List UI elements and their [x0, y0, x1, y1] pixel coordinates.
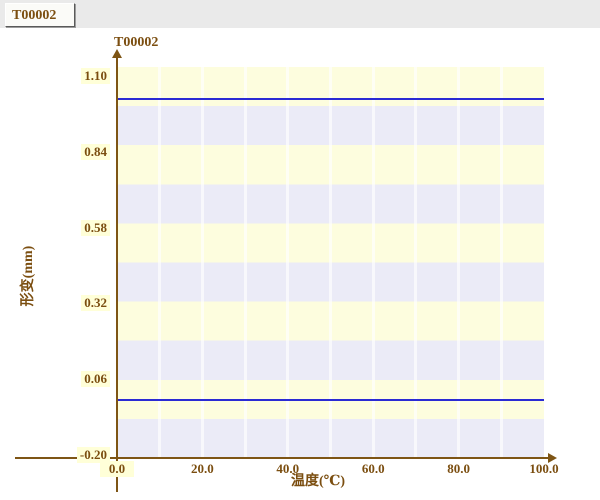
x-tick-label: 0.0: [100, 461, 134, 477]
x-tick-label: 80.0: [429, 461, 489, 477]
y-tick-label: 1.10: [81, 68, 110, 84]
lower-limit-line: [117, 399, 544, 401]
tab-t00002[interactable]: T00002: [5, 3, 75, 27]
y-tick-label: 0.58: [81, 220, 110, 236]
x-tick-label: 40.0: [258, 461, 318, 477]
tab-bar: T00002: [0, 0, 600, 28]
x-tick-label: 60.0: [343, 461, 403, 477]
y-axis-line: [116, 56, 118, 492]
x-tick-label: 20.0: [172, 461, 232, 477]
x-tick-label: 100.0: [514, 461, 574, 477]
y-axis-label: 形变(mm): [20, 216, 38, 336]
upper-limit-line: [117, 98, 544, 100]
y-tick-label: 0.84: [81, 144, 110, 160]
app-window: T00002 T00002 温度(℃) 形变(mm) 1.100.840.580…: [0, 0, 600, 500]
plot-area: [117, 67, 544, 458]
y-tick-label: 0.06: [81, 371, 110, 387]
y-axis-arrow-icon: [112, 49, 122, 58]
y-tick-label: 0.32: [81, 295, 110, 311]
